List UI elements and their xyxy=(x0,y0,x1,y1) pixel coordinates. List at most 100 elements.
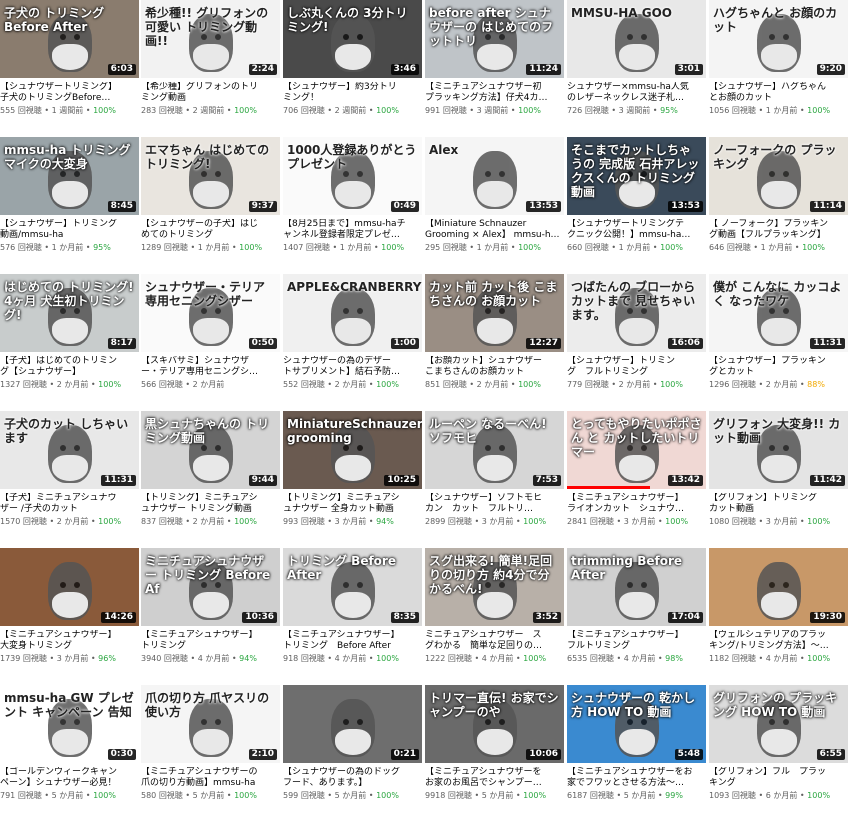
video-card[interactable]: mmsu-ha トリミング マイクの大変身 8:45 【シュナウザー】トリミング 動… xyxy=(0,137,139,267)
video-card[interactable]: エマちゃん はじめてのトリミング! 9:37 【シュナウザーの子犬】はじ めてのトリ… xyxy=(141,137,280,267)
video-card[interactable]: しぶ丸くんの 3分トリミング! 3:46 【シュナウザー】約3分トリ ミング！ 706… xyxy=(283,0,422,130)
video-thumbnail[interactable]: ハグちゃんと お顔のカット 9:20 xyxy=(709,0,848,78)
video-title[interactable]: 【Miniature Schnauzer Grooming × Alex】 mm… xyxy=(425,219,564,241)
video-card[interactable]: そこまでカットしちゃうの 完成版 石井アレックスくんの トリミング動画 13:53… xyxy=(567,137,706,267)
video-card[interactable]: ルーペン なるーべん! ソフモヒ 7:53 【シュナウザー】ソフトモヒ カン カット… xyxy=(425,411,564,541)
video-card[interactable]: とってもやりたいポポさん と カットしたいトリマー 13:42 【ミニチュアシュナウ… xyxy=(567,411,706,541)
video-thumbnail[interactable]: Alex 13:53 xyxy=(425,137,564,215)
video-thumbnail[interactable]: そこまでカットしちゃうの 完成版 石井アレックスくんの トリミング動画 13:53 xyxy=(567,137,706,215)
video-title[interactable]: 【ミニチュアシュナウザーの 爪の切り方動画】mmsu-ha xyxy=(141,767,280,789)
video-title[interactable]: 【シュナウザートリミング】 子犬のトリミングBefore… xyxy=(0,82,139,104)
video-thumbnail[interactable]: スグ出来る! 簡単!足回りの切り方 約4分で分かるべん! 3:52 xyxy=(425,548,564,626)
video-card[interactable]: before after シュナウザーの はじめてのフットトリ 11:24 【ミニチ… xyxy=(425,0,564,130)
video-card[interactable]: 希少種!! グリフォンの 可愛い トリミング動画!! 2:24 【希少種】グリフォン… xyxy=(141,0,280,130)
video-title[interactable]: 【スキバサミ】シュナウザ ー・テリア専用セニングシ… xyxy=(141,356,280,378)
video-thumbnail[interactable]: グリフォン 大変身!! カット動画 11:42 xyxy=(709,411,848,489)
video-title[interactable]: 【シュナウザーの子犬】はじ めてのトリミング xyxy=(141,219,280,241)
video-title[interactable]: 【8月25日まで】mmsu-haチ ャンネル登録者限定プレゼ… xyxy=(283,219,422,241)
video-title[interactable]: 【ミニチュアシュナウザーを お家のお風呂でシャンプー… xyxy=(425,767,564,789)
video-card[interactable]: mmsu-ha GW プレゼント キャンペーン 告知 0:30 【ゴールデンウィーク… xyxy=(0,685,139,815)
video-card[interactable]: 0:21 【シュナウザーの為のドッグ フード、あります。】 599 回視聴 • 5 … xyxy=(283,685,422,815)
video-card[interactable]: ハグちゃんと お顔のカット 9:20 【シュナウザー】ハグちゃん とお顔のカット 10… xyxy=(709,0,848,130)
video-card[interactable]: スグ出来る! 簡単!足回りの切り方 約4分で分かるべん! 3:52 ミニチュアシュナ… xyxy=(425,548,564,678)
video-thumbnail[interactable]: 爪の切り方 爪ヤスリの使い方 2:10 xyxy=(141,685,280,763)
video-thumbnail[interactable]: とってもやりたいポポさん と カットしたいトリマー 13:42 xyxy=(567,411,706,489)
video-thumbnail[interactable]: 黒シュナちゃんの トリミング動画 9:44 xyxy=(141,411,280,489)
video-card[interactable]: ミニチュアシュナウザー トリミング Before Af 10:36 【ミニチュアシュ… xyxy=(141,548,280,678)
video-card[interactable]: 黒シュナちゃんの トリミング動画 9:44 【トリミング】ミニチュアシ ュナウザー … xyxy=(141,411,280,541)
video-thumbnail[interactable]: MMSU-HA GOO 3:01 xyxy=(567,0,706,78)
video-title[interactable]: 【シュナウザー】トリミング 動画/mmsu-ha xyxy=(0,219,139,241)
video-card[interactable]: シュナウザーの 乾かし方 HOW TO 動画 5:48 【ミニチュアシュナウザーをお… xyxy=(567,685,706,815)
video-title[interactable]: ミニチュアシュナウザー ス グわかる 簡単な足回りの… xyxy=(425,630,564,652)
video-thumbnail[interactable]: 希少種!! グリフォンの 可愛い トリミング動画!! 2:24 xyxy=(141,0,280,78)
video-card[interactable]: つばたんの ブローからカットまで 見せちゃいます。 16:06 【シュナウザー】トリ… xyxy=(567,274,706,404)
video-card[interactable]: MiniatureSchnauzer grooming 10:25 【トリミング】ミ… xyxy=(283,411,422,541)
video-title[interactable]: 【トリミング】ミニチュアシ ュナウザー 全身カット動画 xyxy=(283,493,422,515)
video-card[interactable]: グリフォンの プラッキング HOW TO 動画 6:55 【グリフォン】フル プラッ… xyxy=(709,685,848,815)
video-thumbnail[interactable]: ルーペン なるーべん! ソフモヒ 7:53 xyxy=(425,411,564,489)
video-title[interactable]: 【 ノーフォーク】プラッキン グ動画【フルプラッキング】 xyxy=(709,219,848,241)
video-title[interactable]: 【ミニチュアシュナウザー】 トリミング Before After xyxy=(283,630,422,652)
video-card[interactable]: グリフォン 大変身!! カット動画 11:42 【グリフォン】トリミング カット動画… xyxy=(709,411,848,541)
video-title[interactable]: 【ミニチュアシュナウザーをお 家でフワッとさせる方法〜… xyxy=(567,767,706,789)
video-card[interactable]: 爪の切り方 爪ヤスリの使い方 2:10 【ミニチュアシュナウザーの 爪の切り方動画】… xyxy=(141,685,280,815)
video-thumbnail[interactable]: ミニチュアシュナウザー トリミング Before Af 10:36 xyxy=(141,548,280,626)
video-card[interactable]: トリミング Before After 8:35 【ミニチュアシュナウザー】 トリミン… xyxy=(283,548,422,678)
video-thumbnail[interactable]: APPLE&CRANBERRY 1:00 xyxy=(283,274,422,352)
video-title[interactable]: 【シュナウザーの為のドッグ フード、あります。】 xyxy=(283,767,422,789)
video-thumbnail[interactable]: つばたんの ブローからカットまで 見せちゃいます。 16:06 xyxy=(567,274,706,352)
video-thumbnail[interactable]: カット前 カット後 こまちさんの お顔カット 12:27 xyxy=(425,274,564,352)
video-title[interactable]: 【シュナウザー】約3分トリ ミング！ xyxy=(283,82,422,104)
video-card[interactable]: トリマー直伝! お家でシャンプーのや 10:06 【ミニチュアシュナウザーを お家の… xyxy=(425,685,564,815)
video-title[interactable]: 【ミニチュアシュナウザー初 プラッキング方法】仔犬4カ… xyxy=(425,82,564,104)
video-thumbnail[interactable]: シュナウザー・テリア専用セニングシザー 0:50 xyxy=(141,274,280,352)
video-thumbnail[interactable]: mmsu-ha GW プレゼント キャンペーン 告知 0:30 xyxy=(0,685,139,763)
video-title[interactable]: 【グリフォン】フル プラッ キング xyxy=(709,767,848,789)
video-card[interactable]: はじめての トリミング! 4ヶ月 犬生初トリミング! 8:17 【子犬】はじめてのト… xyxy=(0,274,139,404)
video-title[interactable]: 【子犬】ミニチュアシュナウ ザー /子犬のカット xyxy=(0,493,139,515)
video-title[interactable]: 【お顔カット】シュナウザー こまちさんのお顔カット xyxy=(425,356,564,378)
video-card[interactable]: ノーフォークの プラッキング 11:14 【 ノーフォーク】プラッキン グ動画【フル… xyxy=(709,137,848,267)
video-card[interactable]: シュナウザー・テリア専用セニングシザー 0:50 【スキバサミ】シュナウザ ー・テリ… xyxy=(141,274,280,404)
video-thumbnail[interactable]: ノーフォークの プラッキング 11:14 xyxy=(709,137,848,215)
video-thumbnail[interactable]: trimming Before After 17:04 xyxy=(567,548,706,626)
video-card[interactable]: APPLE&CRANBERRY 1:00 シュナウザーの為のデザー トサプリメント】… xyxy=(283,274,422,404)
video-title[interactable]: 【シュナウザー】ソフトモヒ カン カット フルトリ… xyxy=(425,493,564,515)
video-title[interactable]: 【ミニチュアシュナウザー】 ライオンカット シュナウ… xyxy=(567,493,706,515)
video-thumbnail[interactable]: 子犬の トリミング Before After 6:03 xyxy=(0,0,139,78)
video-card[interactable]: 子犬のカット しちゃいます 11:31 【子犬】ミニチュアシュナウ ザー /子犬のカ… xyxy=(0,411,139,541)
video-thumbnail[interactable]: トリマー直伝! お家でシャンプーのや 10:06 xyxy=(425,685,564,763)
video-thumbnail[interactable]: シュナウザーの 乾かし方 HOW TO 動画 5:48 xyxy=(567,685,706,763)
video-card[interactable]: Alex 13:53 【Miniature Schnauzer Grooming ×… xyxy=(425,137,564,267)
video-title[interactable]: 【シュナウザー】ハグちゃん とお顔のカット xyxy=(709,82,848,104)
video-thumbnail[interactable]: 0:21 xyxy=(283,685,422,763)
video-thumbnail[interactable]: 14:26 xyxy=(0,548,139,626)
video-title[interactable]: 【シュナウザー】トリミン グ フルトリミング xyxy=(567,356,706,378)
video-title[interactable]: 【グリフォン】トリミング カット動画 xyxy=(709,493,848,515)
video-title[interactable]: 【ゴールデンウィークキャン ペーン】シュナウザー必見！ xyxy=(0,767,139,789)
video-card[interactable]: trimming Before After 17:04 【ミニチュアシュナウザー】 … xyxy=(567,548,706,678)
video-thumbnail[interactable]: しぶ丸くんの 3分トリミング! 3:46 xyxy=(283,0,422,78)
video-thumbnail[interactable]: はじめての トリミング! 4ヶ月 犬生初トリミング! 8:17 xyxy=(0,274,139,352)
video-card[interactable]: MMSU-HA GOO 3:01 シュナウザー×mmsu-ha人気 のレザーネックレ… xyxy=(567,0,706,130)
video-title[interactable]: シュナウザー×mmsu-ha人気 のレザーネックレス迷子札… xyxy=(567,82,706,104)
video-title[interactable]: 【希少種】グリフォンのトリ ミング動画 xyxy=(141,82,280,104)
video-card[interactable]: 子犬の トリミング Before After 6:03 【シュナウザートリミング】 … xyxy=(0,0,139,130)
video-title[interactable]: 【ミニチュアシュナウザー】 大変身トリミング xyxy=(0,630,139,652)
video-title[interactable]: シュナウザーの為のデザー トサプリメント】結石予防… xyxy=(283,356,422,378)
video-card[interactable]: 14:26 【ミニチュアシュナウザー】 大変身トリミング 1739 回視聴 • 3 … xyxy=(0,548,139,678)
video-card[interactable]: 1000人登録ありがとうプレゼント 0:49 【8月25日まで】mmsu-haチ ャ… xyxy=(283,137,422,267)
video-title[interactable]: 【シュナウザー】プラッキン グとカット xyxy=(709,356,848,378)
video-title[interactable]: 【ウェルシュテリアのプラッ キング/トリミング方法】〜… xyxy=(709,630,848,652)
video-thumbnail[interactable]: 1000人登録ありがとうプレゼント 0:49 xyxy=(283,137,422,215)
video-thumbnail[interactable]: 僕が こんなに カッコよく なったワケ 11:31 xyxy=(709,274,848,352)
video-thumbnail[interactable]: トリミング Before After 8:35 xyxy=(283,548,422,626)
video-thumbnail[interactable]: mmsu-ha トリミング マイクの大変身 8:45 xyxy=(0,137,139,215)
video-title[interactable]: 【ミニチュアシュナウザー】 トリミング xyxy=(141,630,280,652)
video-thumbnail[interactable]: MiniatureSchnauzer grooming 10:25 xyxy=(283,411,422,489)
video-card[interactable]: 僕が こんなに カッコよく なったワケ 11:31 【シュナウザー】プラッキン グと… xyxy=(709,274,848,404)
video-title[interactable]: 【子犬】はじめてのトリミン グ【シュナウザー】 xyxy=(0,356,139,378)
video-title[interactable]: 【シュナウザートリミングテ クニック公開！】mmsu-ha… xyxy=(567,219,706,241)
video-thumbnail[interactable]: 子犬のカット しちゃいます 11:31 xyxy=(0,411,139,489)
